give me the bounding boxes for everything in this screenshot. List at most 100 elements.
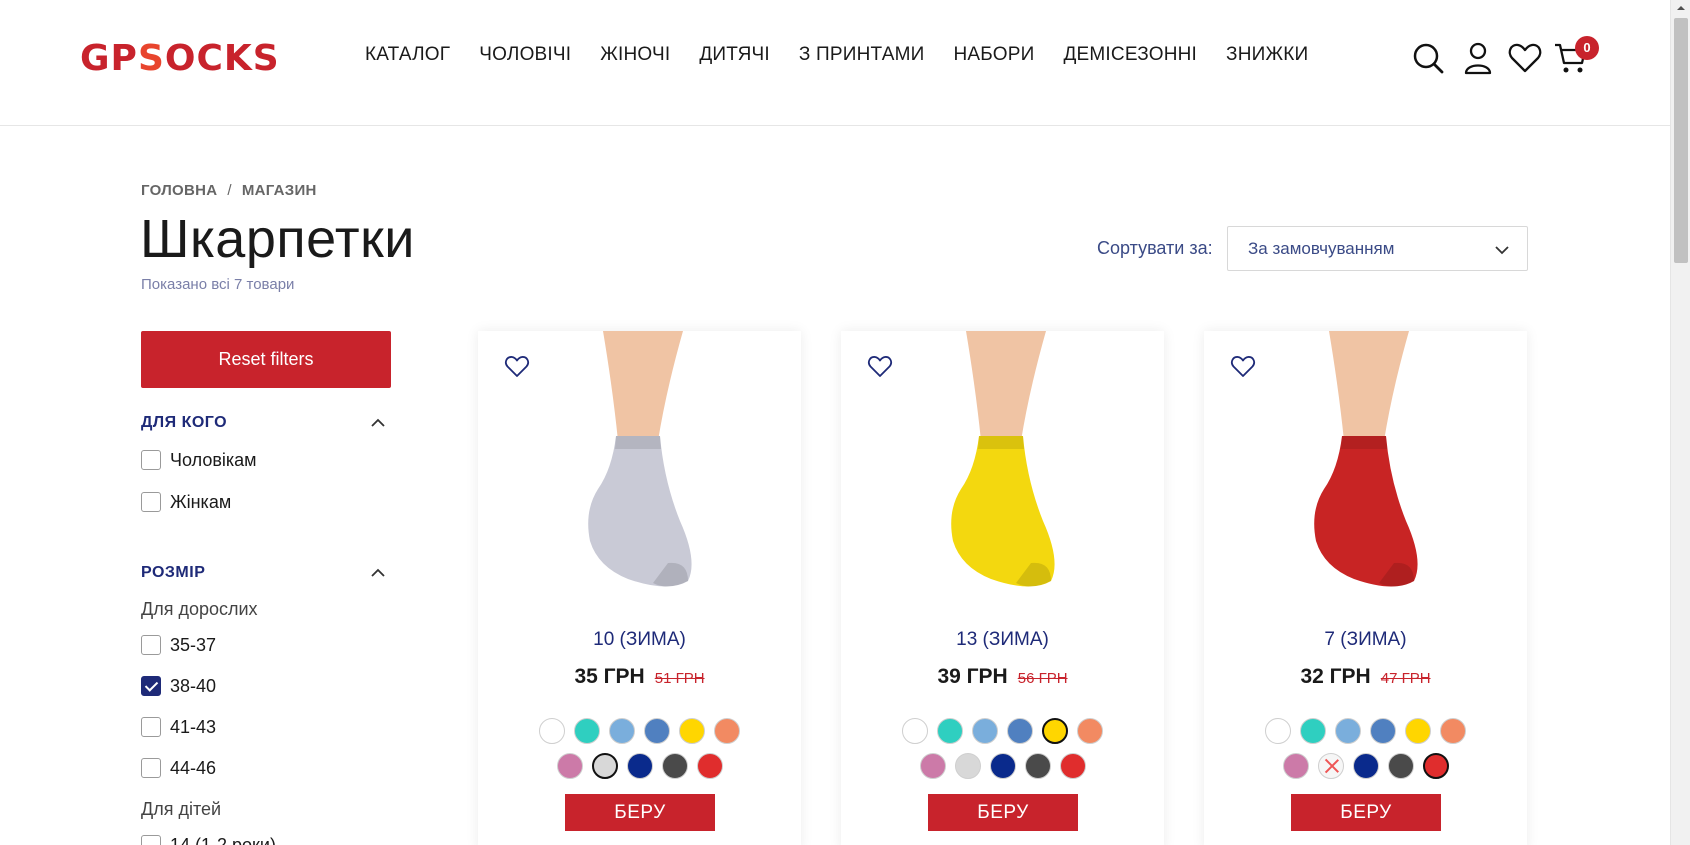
filter-for-whom-title[interactable]: ДЛЯ КОГО	[141, 414, 227, 432]
checkbox[interactable]	[141, 758, 161, 778]
checkbox-checked[interactable]	[141, 676, 161, 696]
color-swatch[interactable]	[696, 753, 723, 779]
nav-prints[interactable]: З ПРИНТАМИ	[799, 44, 925, 66]
reset-filters-button[interactable]: Reset filters	[141, 331, 391, 388]
checkbox-label: 14 (1-2 роки)	[170, 834, 276, 845]
nav-sets[interactable]: НАБОРИ	[953, 44, 1034, 66]
chevron-up-icon[interactable]	[370, 415, 386, 431]
product-name[interactable]: 13 (ЗИМА)	[841, 629, 1164, 651]
product-name[interactable]: 10 (ЗИМА)	[478, 629, 801, 651]
color-swatch[interactable]	[609, 718, 635, 744]
color-swatch[interactable]	[1059, 753, 1086, 779]
checkbox[interactable]	[141, 717, 161, 737]
filter-option-women[interactable]: Жінкам	[141, 491, 231, 513]
breadcrumb-home[interactable]: ГОЛОВНА	[141, 182, 217, 199]
color-swatch[interactable]	[556, 753, 583, 779]
scrollbar-thumb[interactable]	[1674, 18, 1688, 263]
filter-option-men[interactable]: Чоловікам	[141, 449, 257, 471]
header-actions	[1410, 40, 1587, 80]
search-icon[interactable]	[1410, 40, 1446, 76]
filter-size-38-40[interactable]: 38-40	[141, 675, 216, 697]
page-scrollbar[interactable]	[1670, 0, 1690, 845]
wishlist-heart-icon[interactable]	[1507, 40, 1543, 76]
product-card[interactable]: 13 (ЗИМА) 39 ГРН 56 ГРН БЕРУ	[841, 331, 1164, 845]
product-image[interactable]	[881, 331, 1124, 599]
nav-demiseason[interactable]: ДЕМІСЕЗОННІ	[1063, 44, 1197, 66]
scroll-up-arrow-icon[interactable]	[1671, 0, 1690, 16]
color-swatch[interactable]	[1042, 718, 1068, 744]
product-image[interactable]	[1244, 331, 1487, 599]
sort-select[interactable]: За замовчуванням	[1227, 226, 1528, 271]
color-swatch[interactable]	[1387, 753, 1414, 779]
color-swatch[interactable]	[1440, 718, 1466, 744]
filter-size-14[interactable]: 14 (1-2 роки)	[141, 834, 276, 845]
checkbox[interactable]	[141, 492, 161, 512]
color-swatch-row	[841, 718, 1164, 744]
color-swatch[interactable]	[937, 718, 963, 744]
buy-button[interactable]: БЕРУ	[565, 794, 715, 831]
color-swatch[interactable]	[661, 753, 688, 779]
buy-button[interactable]: БЕРУ	[1291, 794, 1441, 831]
color-swatch[interactable]	[1300, 718, 1326, 744]
color-swatch[interactable]	[1405, 718, 1431, 744]
user-icon[interactable]	[1460, 40, 1496, 76]
color-swatch[interactable]	[1007, 718, 1033, 744]
color-swatch[interactable]	[1077, 718, 1103, 744]
color-swatch[interactable]	[679, 718, 705, 744]
site-logo[interactable]: GPSOCKS	[80, 38, 280, 79]
site-header: GPSOCKS КАТАЛОГ ЧОЛОВІЧІ ЖІНОЧІ ДИТЯЧІ З…	[0, 0, 1670, 126]
color-swatch[interactable]	[1265, 718, 1291, 744]
nav-sale[interactable]: ЗНИЖКИ	[1226, 44, 1308, 66]
checkbox[interactable]	[141, 635, 161, 655]
product-card[interactable]: 7 (ЗИМА) 32 ГРН 47 ГРН БЕРУ	[1204, 331, 1527, 845]
color-swatch[interactable]	[1024, 753, 1051, 779]
color-swatch[interactable]	[626, 753, 653, 779]
nav-women[interactable]: ЖІНОЧІ	[600, 44, 670, 66]
nav-catalog[interactable]: КАТАЛОГ	[365, 44, 450, 66]
color-swatch[interactable]	[574, 718, 600, 744]
page-title: Шкарпетки	[140, 209, 415, 269]
color-swatch[interactable]	[1422, 753, 1449, 779]
breadcrumb: ГОЛОВНА / МАГАЗИН	[141, 182, 317, 199]
checkbox-label: 44-46	[170, 757, 217, 778]
favorite-heart-icon[interactable]	[1230, 353, 1256, 379]
color-swatch[interactable]	[919, 753, 946, 779]
nav-kids[interactable]: ДИТЯЧІ	[699, 44, 770, 66]
favorite-heart-icon[interactable]	[504, 353, 530, 379]
old-price: 51 ГРН	[654, 670, 705, 687]
color-swatch[interactable]	[644, 718, 670, 744]
filter-size-44-46[interactable]: 44-46	[141, 757, 216, 779]
old-price: 47 ГРН	[1380, 670, 1431, 687]
color-swatch[interactable]	[714, 718, 740, 744]
product-name[interactable]: 7 (ЗИМА)	[1204, 629, 1527, 651]
checkbox-label: 41-43	[170, 716, 217, 737]
favorite-heart-icon[interactable]	[867, 353, 893, 379]
color-swatch[interactable]	[1370, 718, 1396, 744]
filter-size-41-43[interactable]: 41-43	[141, 716, 216, 738]
cart-count-badge: 0	[1575, 36, 1599, 60]
checkbox[interactable]	[141, 835, 161, 845]
color-swatch[interactable]	[1352, 753, 1379, 779]
filter-size-title[interactable]: РОЗМІР	[141, 564, 205, 582]
size-group-adults: Для дорослих	[141, 599, 258, 619]
breadcrumb-current: МАГАЗИН	[241, 182, 317, 199]
color-swatch[interactable]	[1282, 753, 1309, 779]
filter-size-35-37[interactable]: 35-37	[141, 634, 216, 656]
buy-button[interactable]: БЕРУ	[928, 794, 1078, 831]
color-swatch[interactable]	[902, 718, 928, 744]
breadcrumb-separator: /	[227, 182, 232, 199]
color-swatch[interactable]	[539, 718, 565, 744]
color-swatch[interactable]	[1317, 753, 1344, 779]
logo-text-right: OCKS	[164, 38, 280, 79]
product-price: 39 ГРН 56 ГРН	[841, 665, 1164, 689]
product-card[interactable]: 10 (ЗИМА) 35 ГРН 51 ГРН БЕРУ	[478, 331, 801, 845]
color-swatch[interactable]	[972, 718, 998, 744]
color-swatch[interactable]	[1335, 718, 1361, 744]
color-swatch[interactable]	[989, 753, 1016, 779]
checkbox[interactable]	[141, 450, 161, 470]
nav-men[interactable]: ЧОЛОВІЧІ	[479, 44, 571, 66]
color-swatch[interactable]	[591, 753, 618, 779]
chevron-up-icon[interactable]	[370, 565, 386, 581]
color-swatch[interactable]	[954, 753, 981, 779]
product-image[interactable]	[518, 331, 761, 599]
